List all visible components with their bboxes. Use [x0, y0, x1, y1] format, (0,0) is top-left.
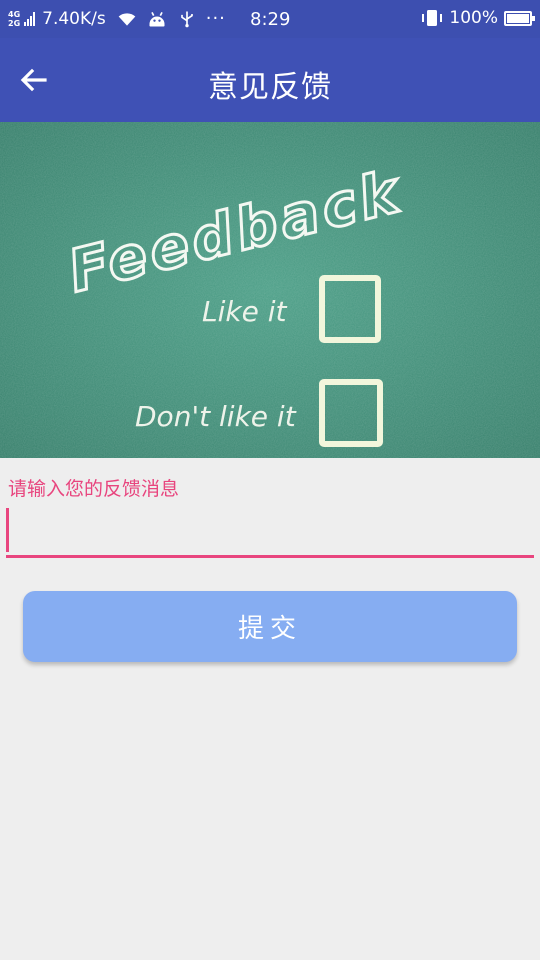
- banner-option-like: Like it: [202, 295, 288, 328]
- network-bottom: 2G: [8, 18, 21, 28]
- feedback-input[interactable]: [6, 506, 534, 558]
- more-notifications: ···: [205, 8, 226, 29]
- battery-icon: [504, 10, 535, 26]
- network-top: 4G: [8, 9, 21, 19]
- feedback-banner-image: Feedback Like it Don't like it: [0, 122, 540, 458]
- text-cursor: [6, 508, 9, 552]
- battery-fill: [507, 13, 529, 23]
- signal-icon: [24, 11, 36, 26]
- android-icon: [149, 11, 165, 26]
- banner-option-dislike: Don't like it: [135, 400, 297, 433]
- page-title: 意见反馈: [208, 70, 332, 105]
- network-speed: 7.40K/s: [42, 8, 106, 29]
- submit-button[interactable]: 提交: [23, 591, 517, 662]
- app-bar: 意见反馈: [0, 38, 540, 122]
- network-type: 4G 2G: [8, 10, 20, 28]
- battery-percent: 100%: [449, 8, 498, 28]
- feedback-input-hint: 请输入您的反馈消息: [8, 478, 180, 500]
- status-time: 8:29: [250, 9, 291, 30]
- usb-icon: [180, 11, 193, 27]
- wifi-icon: [118, 12, 136, 26]
- status-bar: 4G 2G 7.40K/s ··· 8:29 100%: [0, 0, 540, 38]
- vibrate-icon: [422, 10, 443, 26]
- chalkboard-illustration: Feedback Like it Don't like it: [0, 122, 540, 458]
